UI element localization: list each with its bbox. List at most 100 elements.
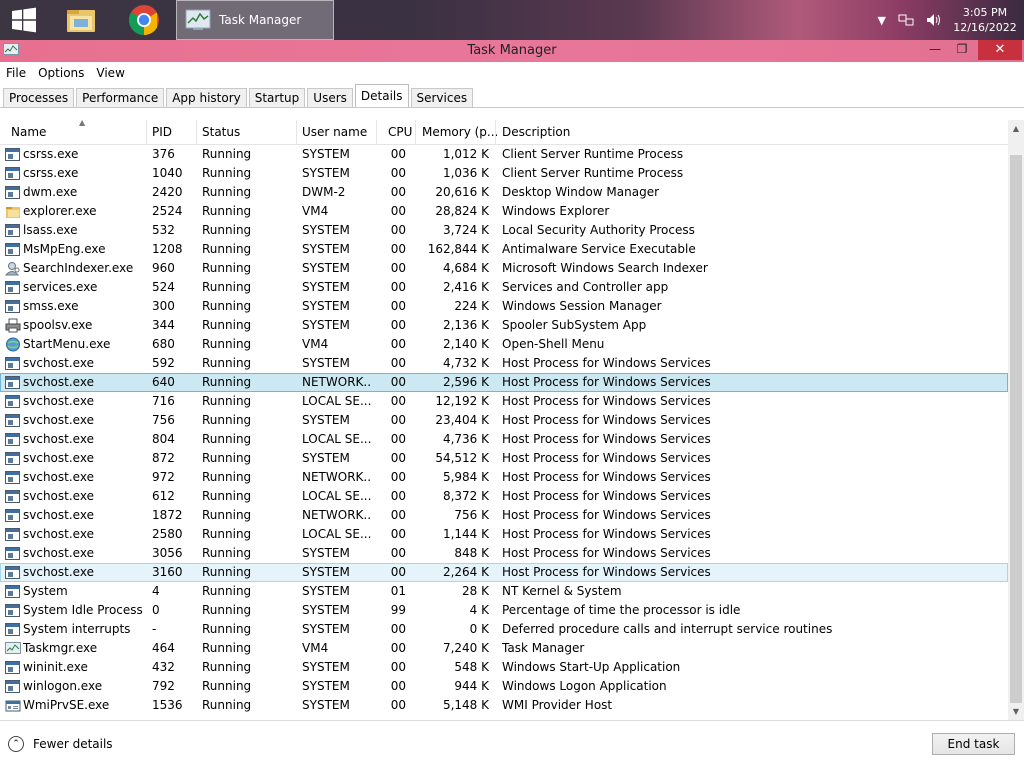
column-separator[interactable]: [296, 120, 297, 144]
process-description: Windows Explorer: [502, 204, 610, 218]
table-header: ▲ Name PID Status User name CPU Memory (…: [0, 118, 1008, 145]
table-row[interactable]: svchost.exe 1872 Running NETWORK... 00 756 K H…: [0, 506, 1008, 525]
table-row[interactable]: System 4 Running SYSTEM 01 28 K NT Kernel & Sy…: [0, 582, 1008, 601]
network-icon[interactable]: [898, 13, 914, 27]
table-row[interactable]: System interrupts - Running SYSTEM 00 0 K Defe…: [0, 620, 1008, 639]
column-header-pid[interactable]: PID: [152, 120, 172, 144]
process-pid: 1040: [152, 166, 183, 180]
table-row[interactable]: services.exe 524 Running SYSTEM 00 2,416 K Ser…: [0, 278, 1008, 297]
table-row[interactable]: svchost.exe 872 Running SYSTEM 00 54,512 K Hos…: [0, 449, 1008, 468]
column-header-memory[interactable]: Memory (p...: [422, 120, 498, 144]
tab-startup[interactable]: Startup: [248, 88, 306, 108]
fewer-details-button[interactable]: ⌃ Fewer details: [8, 733, 113, 755]
tab-services[interactable]: Services: [410, 88, 474, 108]
process-memory: 20,616 K: [435, 185, 489, 199]
table-row[interactable]: csrss.exe 376 Running SYSTEM 00 1,012 K Client…: [0, 145, 1008, 164]
menu-file[interactable]: File: [0, 64, 32, 82]
table-row[interactable]: lsass.exe 532 Running SYSTEM 00 3,724 K Local …: [0, 221, 1008, 240]
table-row[interactable]: svchost.exe 716 Running LOCAL SE... 00 12,192…: [0, 392, 1008, 411]
process-status: Running: [202, 432, 252, 446]
process-description: Host Process for Windows Services: [502, 432, 711, 446]
process-memory: 756 K: [454, 508, 489, 522]
process-description: Host Process for Windows Services: [502, 546, 711, 560]
process-cpu: 00: [390, 375, 406, 389]
close-button[interactable]: ✕: [978, 40, 1022, 60]
table-row[interactable]: Taskmgr.exe 464 Running VM4 00 7,240 K Task Ma…: [0, 639, 1008, 658]
table-row[interactable]: svchost.exe 804 Running LOCAL SE... 00 4,736 …: [0, 430, 1008, 449]
process-cpu: 00: [390, 622, 406, 636]
end-task-button[interactable]: End task: [932, 733, 1015, 755]
column-separator[interactable]: [415, 120, 416, 144]
process-description: WMI Provider Host: [502, 698, 613, 712]
table-row[interactable]: svchost.exe 640 Running NETWORK... 00 2,596 K…: [0, 373, 1008, 392]
menu-options[interactable]: Options: [32, 64, 90, 82]
process-description: Percentage of time the processor is idle: [502, 603, 741, 617]
table-row[interactable]: svchost.exe 972 Running NETWORK... 00 5,984 K…: [0, 468, 1008, 487]
table-row[interactable]: dwm.exe 2420 Running DWM-2 00 20,616 K Desktop…: [0, 183, 1008, 202]
table-row[interactable]: svchost.exe 756 Running SYSTEM 00 23,404 K Hos…: [0, 411, 1008, 430]
table-row[interactable]: svchost.exe 612 Running LOCAL SE... 00 8,372 …: [0, 487, 1008, 506]
tab-users[interactable]: Users: [307, 88, 353, 108]
process-description: Host Process for Windows Services: [502, 356, 711, 370]
tab-performance[interactable]: Performance: [76, 88, 165, 108]
process-user-name: SYSTEM: [302, 413, 350, 427]
volume-icon[interactable]: [926, 13, 942, 27]
maximize-button[interactable]: ❐: [952, 40, 972, 60]
table-row[interactable]: SearchIndexer.exe 960 Running SYSTEM 00 4,684…: [0, 259, 1008, 278]
task-manager-taskbar-button[interactable]: Task Manager: [176, 0, 334, 40]
process-cpu: 00: [390, 337, 406, 351]
start-button[interactable]: [0, 0, 48, 40]
file-explorer-taskbar-button[interactable]: [58, 0, 104, 40]
table-row[interactable]: spoolsv.exe 344 Running SYSTEM 00 2,136 K Spoo…: [0, 316, 1008, 335]
tab-processes[interactable]: Processes: [3, 88, 75, 108]
table-row[interactable]: svchost.exe 3160 Running SYSTEM 00 2,264 K Hos…: [0, 563, 1008, 582]
window-app-icon: [5, 375, 21, 390]
column-header-description[interactable]: Description: [502, 120, 570, 144]
process-status: Running: [202, 489, 252, 503]
tab-app-history[interactable]: App history: [166, 88, 247, 108]
tab-details[interactable]: Details: [354, 84, 409, 108]
menu-view[interactable]: View: [90, 64, 130, 82]
process-memory: 12,192 K: [435, 394, 489, 408]
process-pid: 592: [152, 356, 175, 370]
show-hidden-icons-chevron-icon[interactable]: ▼: [878, 14, 886, 27]
scroll-down-arrow-icon[interactable]: ▼: [1008, 703, 1024, 720]
column-header-name[interactable]: ▲ Name: [11, 118, 146, 144]
table-row[interactable]: MsMpEng.exe 1208 Running SYSTEM 00 162,844 K A…: [0, 240, 1008, 259]
column-separator[interactable]: [146, 120, 147, 144]
table-row[interactable]: StartMenu.exe 680 Running VM4 00 2,140 K Open-…: [0, 335, 1008, 354]
table-row[interactable]: csrss.exe 1040 Running SYSTEM 00 1,036 K Clien…: [0, 164, 1008, 183]
column-header-status[interactable]: Status: [202, 120, 240, 144]
process-pid: 344: [152, 318, 175, 332]
table-row[interactable]: System Idle Process 0 Running SYSTEM 99 4 K Pe…: [0, 601, 1008, 620]
table-row[interactable]: WmiPrvSE.exe 1536 Running SYSTEM 00 5,148 K WM…: [0, 696, 1008, 715]
table-row[interactable]: smss.exe 300 Running SYSTEM 00 224 K Windows S…: [0, 297, 1008, 316]
table-row[interactable]: svchost.exe 592 Running SYSTEM 00 4,732 K Host…: [0, 354, 1008, 373]
process-memory: 4 K: [469, 603, 489, 617]
table-row[interactable]: winlogon.exe 792 Running SYSTEM 00 944 K Windo…: [0, 677, 1008, 696]
process-memory: 5,984 K: [442, 470, 489, 484]
window-titlebar[interactable]: Task Manager — ❐ ✕: [0, 40, 1024, 62]
folder-icon: [5, 204, 21, 219]
folder-icon: [67, 10, 95, 32]
column-separator[interactable]: [196, 120, 197, 144]
table-row[interactable]: wininit.exe 432 Running SYSTEM 00 548 K Window…: [0, 658, 1008, 677]
process-description: Spooler SubSystem App: [502, 318, 647, 332]
table-row[interactable]: explorer.exe 2524 Running VM4 00 28,824 K Wind…: [0, 202, 1008, 221]
column-separator[interactable]: [495, 120, 496, 144]
process-pid: 716: [152, 394, 175, 408]
vertical-scrollbar[interactable]: ▲ ▼: [1008, 120, 1024, 720]
table-row[interactable]: svchost.exe 3056 Running SYSTEM 00 848 K Host …: [0, 544, 1008, 563]
process-description: Host Process for Windows Services: [502, 527, 711, 541]
scrollbar-thumb[interactable]: [1010, 155, 1022, 703]
taskbar-clock[interactable]: 3:05 PM 12/16/2022: [948, 5, 1022, 35]
chrome-taskbar-button[interactable]: [120, 0, 168, 40]
table-row[interactable]: svchost.exe 2580 Running LOCAL SE... 00 1,144…: [0, 525, 1008, 544]
process-user-name: LOCAL SE...: [302, 489, 372, 503]
scroll-up-arrow-icon[interactable]: ▲: [1008, 120, 1024, 137]
process-name: svchost.exe: [23, 508, 94, 522]
column-header-user-name[interactable]: User name: [302, 120, 367, 144]
column-separator[interactable]: [376, 120, 377, 144]
minimize-button[interactable]: —: [918, 40, 952, 60]
column-header-cpu[interactable]: CPU: [388, 120, 412, 144]
